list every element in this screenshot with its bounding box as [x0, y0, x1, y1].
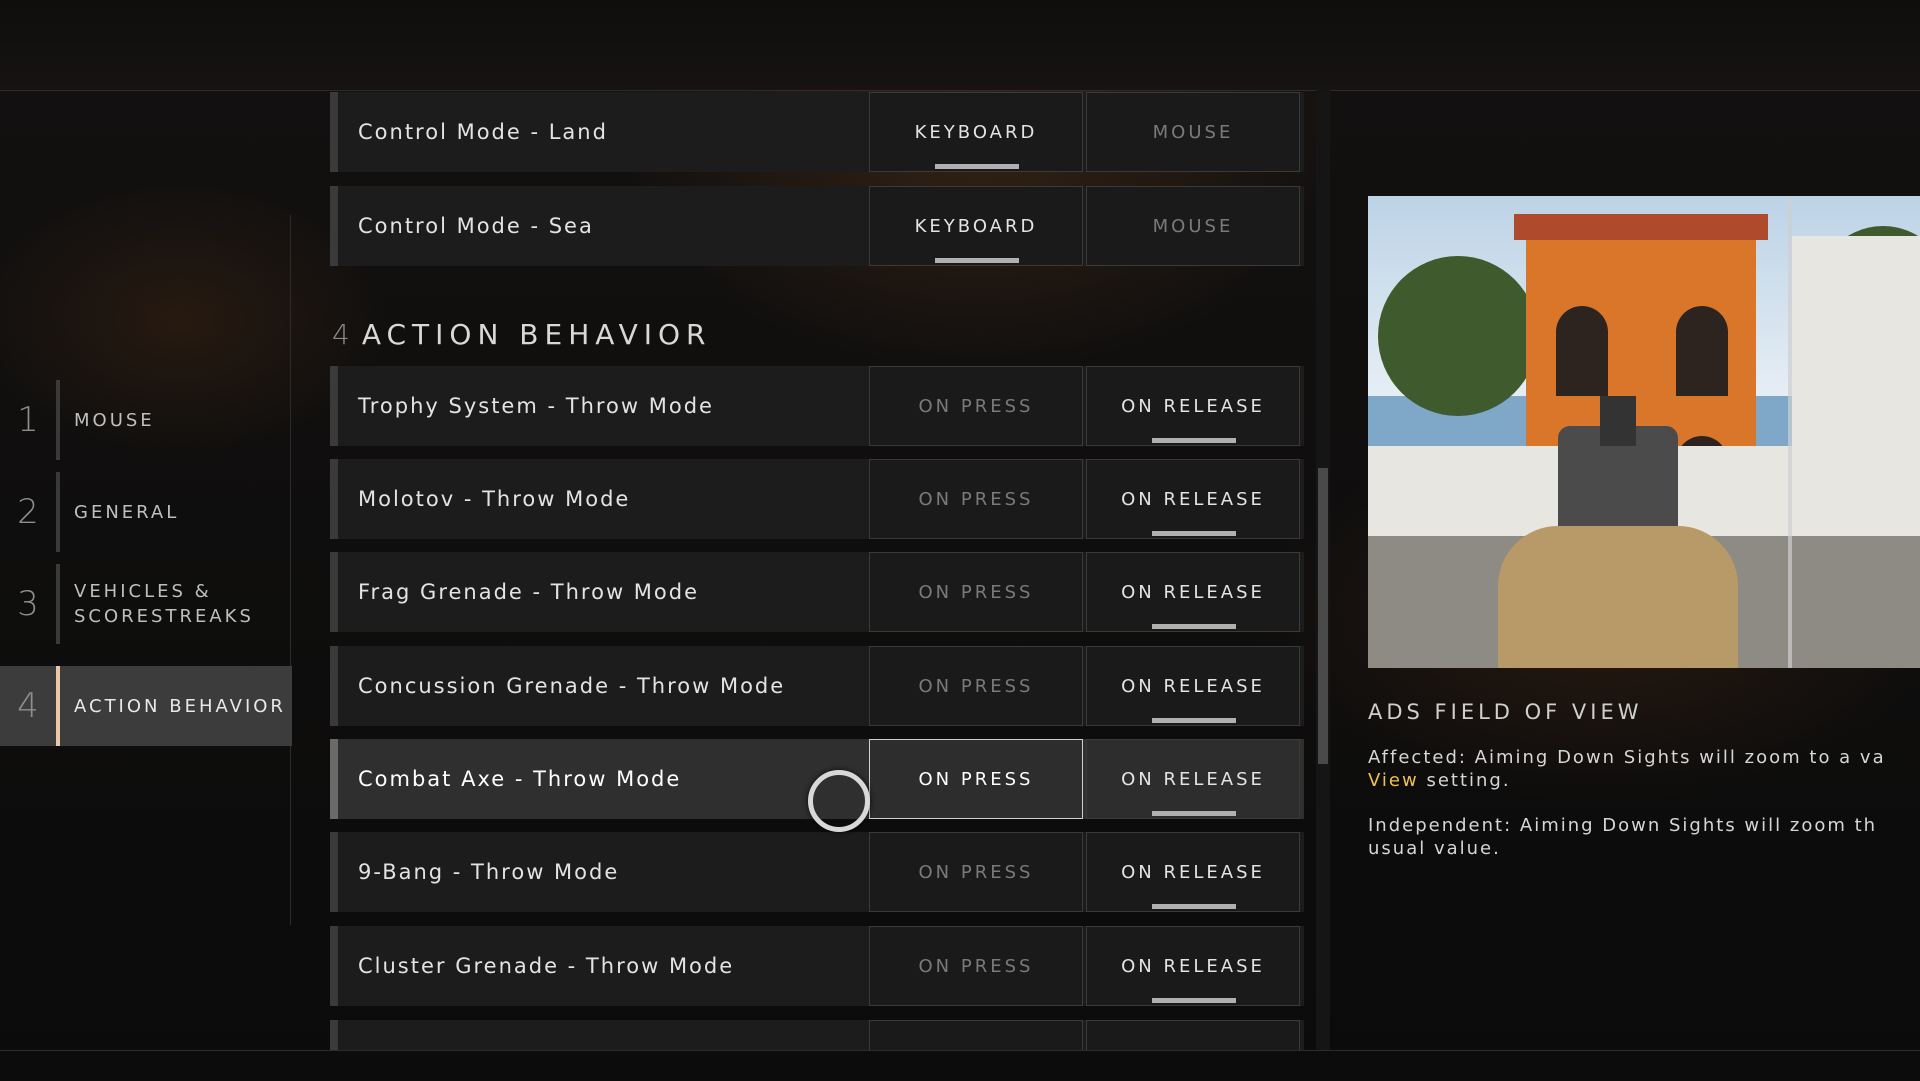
option-on-release[interactable]: ON RELEASE: [1086, 832, 1300, 912]
option-on-release[interactable]: ON RELEASE: [1086, 739, 1300, 819]
setting-label: Trophy System - Throw Mode: [358, 394, 714, 418]
option-on-release[interactable]: ON RELEASE: [1086, 926, 1300, 1006]
row-accent: [330, 739, 338, 819]
preview-arch: [1676, 306, 1728, 396]
row-accent: [330, 1020, 338, 1050]
preview-split-line: [1788, 196, 1792, 668]
nav-number: 1: [17, 400, 39, 440]
row-accent: [330, 186, 338, 266]
nav-label: GENERAL: [74, 501, 180, 523]
bottom-bar: [0, 1050, 1920, 1081]
option-on-release[interactable]: ON RELEASE: [1086, 459, 1300, 539]
setting-label: Combat Axe - Throw Mode: [358, 767, 682, 791]
info-highlight: View: [1368, 770, 1419, 791]
nav-label: ACTION BEHAVIOR: [74, 695, 286, 717]
nav-item-mouse[interactable]: 1 MOUSE: [0, 380, 292, 460]
ads-preview-image: [1368, 196, 1920, 668]
row-accent: [330, 926, 338, 1006]
setting-label: Molotov - Throw Mode: [358, 487, 631, 511]
option-on-press[interactable]: ON PRESS: [869, 832, 1083, 912]
option-on-press[interactable]: ON PRESS: [869, 459, 1083, 539]
settings-list: Control Mode - Land KEYBOARD MOUSE Contr…: [330, 90, 1304, 1050]
setting-row-molotov[interactable]: Molotov - Throw Mode ON PRESS ON RELEASE: [330, 459, 1304, 539]
info-affected-prefix: Affected: Aiming Down Sights will zoom t…: [1368, 747, 1886, 768]
nav-label: VEHICLES & SCORESTREAKS: [74, 581, 254, 627]
setting-row-control-mode-land[interactable]: Control Mode - Land KEYBOARD MOUSE: [330, 92, 1304, 172]
game-settings-screen: 1 MOUSE 2 GENERAL 3 VEHICLES & SCORESTRE…: [0, 0, 1920, 1081]
setting-row-partial[interactable]: [330, 1020, 1304, 1050]
top-bar: [0, 0, 1920, 91]
nav-number: 4: [17, 686, 39, 726]
row-accent: [330, 366, 338, 446]
info-independent-line1: Independent: Aiming Down Sights will zoo…: [1368, 815, 1878, 836]
preview-tree: [1378, 256, 1538, 416]
setting-label: Cluster Grenade - Throw Mode: [358, 954, 735, 978]
setting-row-trophy-system[interactable]: Trophy System - Throw Mode ON PRESS ON R…: [330, 366, 1304, 446]
scrollbar-thumb[interactable]: [1318, 468, 1328, 764]
setting-row-concussion-grenade[interactable]: Concussion Grenade - Throw Mode ON PRESS…: [330, 646, 1304, 726]
nav-number: 2: [17, 492, 39, 532]
option-on-press[interactable]: ON PRESS: [869, 739, 1083, 819]
row-accent: [330, 832, 338, 912]
info-affected-suffix: setting.: [1418, 770, 1511, 791]
row-accent: [330, 92, 338, 172]
option-partial[interactable]: [869, 1020, 1083, 1050]
info-title: ADS FIELD OF VIEW: [1368, 700, 1643, 724]
row-accent: [330, 459, 338, 539]
option-mouse[interactable]: MOUSE: [1086, 186, 1300, 266]
preview-arch: [1556, 306, 1608, 396]
section-title: 4 ACTION BEHAVIOR: [332, 318, 712, 358]
setting-label: Frag Grenade - Throw Mode: [358, 580, 700, 604]
option-on-press[interactable]: ON PRESS: [869, 646, 1083, 726]
row-accent: [330, 552, 338, 632]
section-title-text: ACTION BEHAVIOR: [361, 318, 712, 351]
info-independent: Independent: Aiming Down Sights will zoo…: [1368, 814, 1920, 860]
info-affected: Affected: Aiming Down Sights will zoom t…: [1368, 746, 1920, 792]
cursor-ring-icon: [808, 770, 870, 832]
option-on-release[interactable]: ON RELEASE: [1086, 366, 1300, 446]
setting-row-control-mode-sea[interactable]: Control Mode - Sea KEYBOARD MOUSE: [330, 186, 1304, 266]
nav-item-action-behavior[interactable]: 4 ACTION BEHAVIOR: [0, 666, 292, 746]
nav-item-general[interactable]: 2 GENERAL: [0, 472, 292, 552]
row-accent: [330, 646, 338, 726]
option-mouse[interactable]: MOUSE: [1086, 92, 1300, 172]
section-number: 4: [332, 318, 356, 351]
option-keyboard[interactable]: KEYBOARD: [869, 92, 1083, 172]
nav-label: MOUSE: [74, 409, 155, 431]
preview-roof: [1514, 214, 1768, 240]
preview-gun-body: [1498, 526, 1738, 668]
nav-item-vehicles-scorestreaks[interactable]: 3 VEHICLES & SCORESTREAKS: [0, 564, 292, 644]
option-on-release[interactable]: ON RELEASE: [1086, 552, 1300, 632]
nav-number: 3: [17, 584, 39, 624]
info-description: Affected: Aiming Down Sights will zoom t…: [1368, 746, 1920, 882]
option-on-release[interactable]: ON RELEASE: [1086, 646, 1300, 726]
setting-label: 9-Bang - Throw Mode: [358, 860, 620, 884]
setting-label: Control Mode - Land: [358, 120, 608, 144]
setting-label: Control Mode - Sea: [358, 214, 594, 238]
preview-right-house: [1792, 236, 1920, 536]
setting-row-frag-grenade[interactable]: Frag Grenade - Throw Mode ON PRESS ON RE…: [330, 552, 1304, 632]
preview-gun-sight: [1600, 396, 1636, 446]
info-independent-line2: usual value.: [1368, 838, 1501, 859]
setting-row-9-bang[interactable]: 9-Bang - Throw Mode ON PRESS ON RELEASE: [330, 832, 1304, 912]
setting-label: Concussion Grenade - Throw Mode: [358, 674, 786, 698]
option-on-press[interactable]: ON PRESS: [869, 366, 1083, 446]
setting-row-cluster-grenade[interactable]: Cluster Grenade - Throw Mode ON PRESS ON…: [330, 926, 1304, 1006]
option-on-press[interactable]: ON PRESS: [869, 552, 1083, 632]
option-partial[interactable]: [1086, 1020, 1300, 1050]
option-keyboard[interactable]: KEYBOARD: [869, 186, 1083, 266]
option-on-press[interactable]: ON PRESS: [869, 926, 1083, 1006]
